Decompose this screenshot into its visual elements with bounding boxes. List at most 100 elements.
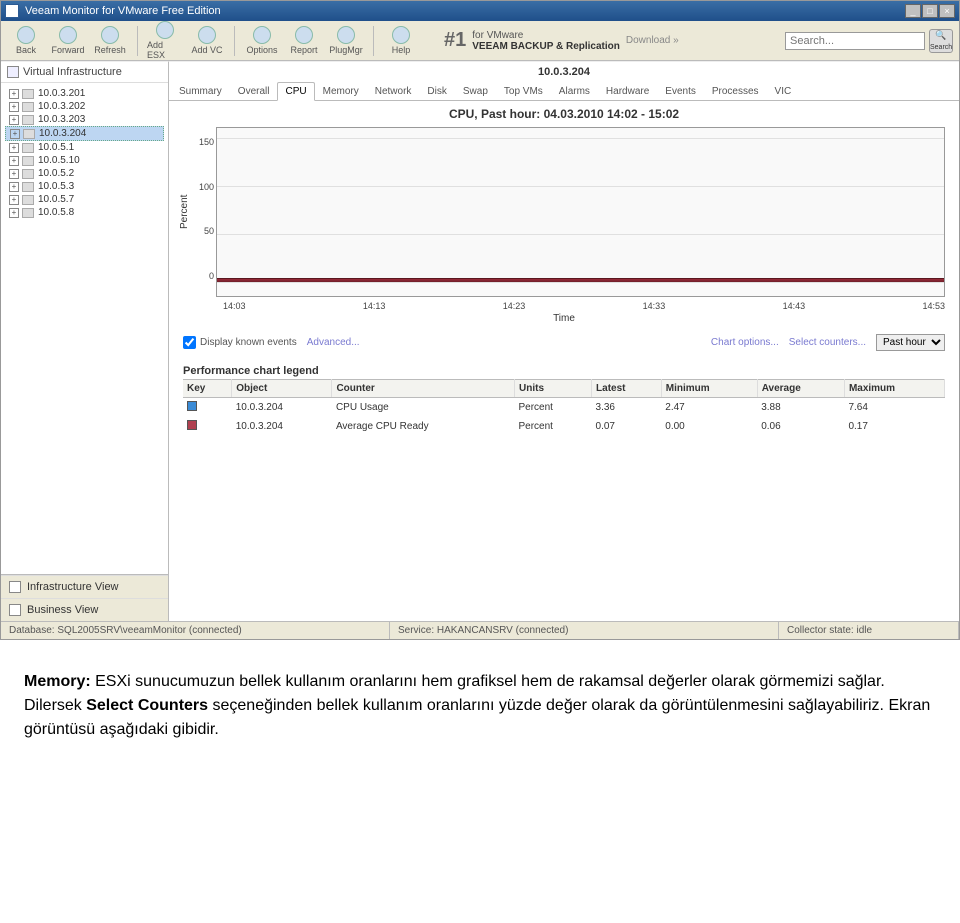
tool-forward[interactable]: Forward [49, 25, 87, 56]
host-icon [22, 195, 34, 205]
tab-disk[interactable]: Disk [419, 82, 454, 100]
tree-item[interactable]: +10.0.3.201 [5, 87, 164, 100]
tree-item-label: 10.0.3.201 [38, 88, 85, 99]
tree-item[interactable]: +10.0.5.10 [5, 154, 164, 167]
tree-item[interactable]: +10.0.3.204 [5, 126, 164, 141]
host-icon [22, 182, 34, 192]
search-input[interactable] [785, 32, 925, 50]
legend-col-minimum[interactable]: Minimum [661, 380, 757, 398]
banner-download-link[interactable]: Download » [626, 35, 679, 46]
legend-col-object[interactable]: Object [232, 380, 332, 398]
tree-item-label: 10.0.5.1 [38, 142, 74, 153]
host-icon [23, 129, 35, 139]
display-known-events-checkbox[interactable]: Display known events [183, 336, 297, 349]
content-tabs: SummaryOverallCPUMemoryNetworkDiskSwapTo… [169, 82, 959, 101]
tab-overall[interactable]: Overall [230, 82, 278, 100]
select-counters-link[interactable]: Select counters... [789, 337, 866, 348]
expand-icon[interactable]: + [9, 182, 19, 192]
tab-memory[interactable]: Memory [315, 82, 367, 100]
period-select[interactable]: Past hour [876, 334, 945, 351]
tool-add-vc[interactable]: Add VC [188, 25, 226, 56]
title-bar[interactable]: Veeam Monitor for VMware Free Edition _ … [1, 1, 959, 21]
legend-col-average[interactable]: Average [757, 380, 844, 398]
legend-col-counter[interactable]: Counter [332, 380, 515, 398]
tree-item[interactable]: +10.0.5.8 [5, 206, 164, 219]
expand-icon[interactable]: + [9, 156, 19, 166]
legend-row[interactable]: 10.0.3.204CPU UsagePercent3.362.473.887.… [183, 398, 945, 418]
x-axis-label: Time [169, 311, 959, 330]
advanced-link[interactable]: Advanced... [307, 337, 360, 348]
tree-item-label: 10.0.3.204 [39, 128, 86, 139]
banner-ad[interactable]: #1 for VMware VEEAM BACKUP & Replication… [424, 29, 781, 52]
tree-item-label: 10.0.5.10 [38, 155, 80, 166]
tab-network[interactable]: Network [367, 82, 420, 100]
status-bar: Database: SQL2005SRV\veeamMonitor (conne… [1, 621, 959, 639]
tab-processes[interactable]: Processes [704, 82, 767, 100]
data-band [217, 278, 944, 282]
chart-area: Percent 150100500 [169, 123, 959, 301]
tool-add-esx[interactable]: Add ESX [146, 20, 184, 61]
tree-item[interactable]: +10.0.5.1 [5, 141, 164, 154]
tree-item[interactable]: +10.0.5.2 [5, 167, 164, 180]
business-icon [9, 604, 21, 616]
tab-events[interactable]: Events [657, 82, 704, 100]
tab-alarms[interactable]: Alarms [551, 82, 598, 100]
tree-item[interactable]: +10.0.3.202 [5, 100, 164, 113]
chart-options-link[interactable]: Chart options... [711, 337, 779, 348]
sidebar-tab-business[interactable]: Business View [1, 598, 168, 621]
legend-col-key[interactable]: Key [183, 380, 232, 398]
article-paragraph: Memory: ESXi sunucumuzun bellek kullanım… [0, 640, 960, 766]
tree-item[interactable]: +10.0.5.7 [5, 193, 164, 206]
tool-options[interactable]: Options [243, 25, 281, 56]
status-collector: Collector state: idle [779, 622, 959, 639]
legend-col-maximum[interactable]: Maximum [844, 380, 944, 398]
tab-hardware[interactable]: Hardware [598, 82, 657, 100]
expand-icon[interactable]: + [9, 143, 19, 153]
expand-icon[interactable]: + [9, 102, 19, 112]
status-db: Database: SQL2005SRV\veeamMonitor (conne… [1, 622, 390, 639]
tree-item-label: 10.0.5.7 [38, 194, 74, 205]
expand-icon[interactable]: + [9, 195, 19, 205]
tree-item-label: 10.0.5.3 [38, 181, 74, 192]
expand-icon[interactable]: + [10, 129, 20, 139]
search-button[interactable]: 🔍 Search [929, 29, 953, 53]
host-tree[interactable]: +10.0.3.201+10.0.3.202+10.0.3.203+10.0.3… [1, 83, 168, 574]
legend-col-latest[interactable]: Latest [592, 380, 662, 398]
tool-plugmgr[interactable]: PlugMgr [327, 25, 365, 56]
tab-summary[interactable]: Summary [171, 82, 230, 100]
maximize-button[interactable]: □ [922, 4, 938, 18]
host-icon [22, 169, 34, 179]
tree-item[interactable]: +10.0.3.203 [5, 113, 164, 126]
tab-top-vms[interactable]: Top VMs [496, 82, 551, 100]
tab-swap[interactable]: Swap [455, 82, 496, 100]
tool-help[interactable]: Help [382, 25, 420, 56]
chart-title: CPU, Past hour: 04.03.2010 14:02 - 15:02 [169, 101, 959, 123]
host-icon [22, 143, 34, 153]
expand-icon[interactable]: + [9, 115, 19, 125]
tree-item[interactable]: +10.0.5.3 [5, 180, 164, 193]
close-button[interactable]: × [939, 4, 955, 18]
tree-item-label: 10.0.5.8 [38, 207, 74, 218]
legend-col-units[interactable]: Units [515, 380, 592, 398]
legend-key-swatch [187, 401, 197, 411]
chart-plot[interactable] [216, 127, 945, 297]
legend-table: KeyObjectCounterUnitsLatestMinimumAverag… [183, 379, 945, 436]
tree-item-label: 10.0.3.203 [38, 114, 85, 125]
tool-report[interactable]: Report [285, 25, 323, 56]
sidebar: Virtual Infrastructure +10.0.3.201+10.0.… [1, 61, 169, 621]
legend-key-swatch [187, 420, 197, 430]
tab-vic[interactable]: VIC [767, 82, 800, 100]
tool-back[interactable]: Back [7, 25, 45, 56]
tool-refresh[interactable]: Refresh [91, 25, 129, 56]
host-icon [22, 89, 34, 99]
expand-icon[interactable]: + [9, 89, 19, 99]
sidebar-tab-infrastructure[interactable]: Infrastructure View [1, 575, 168, 598]
legend-row[interactable]: 10.0.3.204Average CPU ReadyPercent0.070.… [183, 417, 945, 436]
host-icon [22, 156, 34, 166]
expand-icon[interactable]: + [9, 169, 19, 179]
tab-cpu[interactable]: CPU [277, 82, 314, 101]
y-axis-label: Percent [177, 127, 192, 297]
minimize-button[interactable]: _ [905, 4, 921, 18]
window-title: Veeam Monitor for VMware Free Edition [25, 5, 905, 17]
expand-icon[interactable]: + [9, 208, 19, 218]
